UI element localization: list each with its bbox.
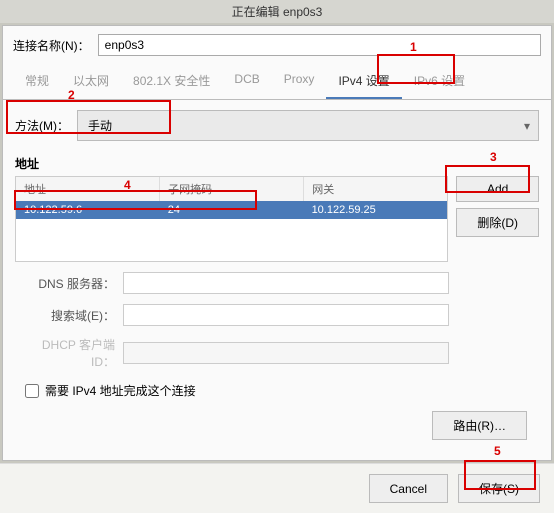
method-label: 方法(M)： <box>15 117 69 134</box>
col-gateway: 网关 <box>304 177 447 201</box>
table-row[interactable]: 10.122.59.6 24 10.122.59.25 <box>16 201 447 219</box>
cell-gateway: 10.122.59.25 <box>304 201 448 219</box>
cell-address: 10.122.59.6 <box>16 201 160 219</box>
connection-name-label: 连接名称(N)： <box>13 37 90 54</box>
cell-netmask: 24 <box>160 201 304 219</box>
tab-proxy[interactable]: Proxy <box>272 64 327 99</box>
window-title: 正在编辑 enp0s3 <box>0 0 554 23</box>
method-select[interactable]: 手动 <box>77 110 539 141</box>
save-button[interactable]: 保存(S) <box>458 474 540 503</box>
dhcp-label: DHCP 客户端 ID： <box>15 336 115 370</box>
footer-bar: Cancel 保存(S) <box>0 463 554 513</box>
col-address: 地址 <box>16 177 160 201</box>
table-empty <box>16 219 447 261</box>
delete-button[interactable]: 删除(D) <box>456 208 539 237</box>
dhcp-input <box>123 342 449 364</box>
tab-8021x[interactable]: 802.1X 安全性 <box>121 64 222 99</box>
address-table[interactable]: 地址 子网掩码 网关 10.122.59.6 24 10.122.59.25 <box>15 176 448 262</box>
tab-ipv4[interactable]: IPv4 设置 <box>326 64 401 99</box>
search-input[interactable] <box>123 304 449 326</box>
routes-button[interactable]: 路由(R)… <box>432 411 527 440</box>
dns-label: DNS 服务器： <box>15 275 115 292</box>
connection-name-input[interactable] <box>98 34 541 56</box>
cancel-button[interactable]: Cancel <box>369 474 448 503</box>
tab-bar: 常规 以太网 802.1X 安全性 DCB Proxy IPv4 设置 IPv6… <box>3 64 551 100</box>
main-panel: 连接名称(N)： 常规 以太网 802.1X 安全性 DCB Proxy IPv… <box>2 25 552 461</box>
tab-ethernet[interactable]: 以太网 <box>61 64 121 99</box>
tab-general[interactable]: 常规 <box>13 64 61 99</box>
search-label: 搜索域(E)： <box>15 307 115 324</box>
tab-dcb[interactable]: DCB <box>222 64 271 99</box>
address-section-label: 地址 <box>15 155 539 172</box>
require-ipv4-checkbox[interactable] <box>25 384 39 398</box>
add-button[interactable]: Add <box>456 176 539 202</box>
tab-ipv6[interactable]: IPv6 设置 <box>402 64 477 99</box>
col-netmask: 子网掩码 <box>160 177 304 201</box>
require-ipv4-label: 需要 IPv4 地址完成这个连接 <box>45 382 196 399</box>
dns-input[interactable] <box>123 272 449 294</box>
